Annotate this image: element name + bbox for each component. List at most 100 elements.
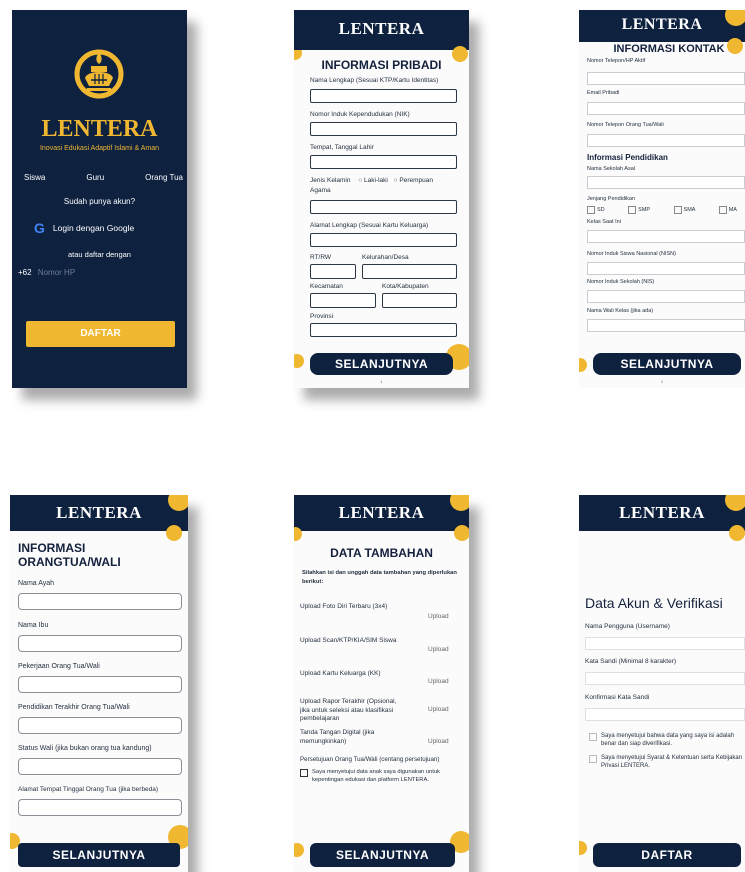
level-options: SD SMP SMA MA (587, 206, 737, 214)
input-mother[interactable] (18, 635, 182, 652)
input-kelurahan[interactable] (362, 264, 457, 279)
next-button[interactable]: SELANJUTNYA (310, 843, 455, 867)
phone-input[interactable]: +62 Nomor HP (18, 268, 181, 277)
have-account-text: Sudah punya akun? (63, 197, 136, 206)
deco-blob (729, 525, 745, 541)
label-guardian-status: Status Wali (jika bukan orang tua kandun… (18, 745, 152, 752)
input-parent-address[interactable] (18, 799, 182, 816)
input-guardian-status[interactable] (18, 758, 182, 775)
level-smp[interactable]: SMP (628, 206, 650, 214)
input-school[interactable] (587, 176, 745, 189)
input-father[interactable] (18, 593, 182, 610)
form-title: INFORMASI PRIBADI (321, 58, 442, 72)
additional-data-screen: LENTERA DATA TAMBAHAN Silahkan isi dan u… (294, 495, 469, 872)
label-phone: Nomor Telepon/HP Aktif (587, 58, 646, 64)
form-title: INFORMASI KONTAK (613, 43, 725, 55)
role-siswa[interactable]: Siswa (24, 173, 45, 182)
consent-text: Saya menyetujui data anak saya digunakan… (312, 769, 440, 783)
deco-blob (166, 525, 182, 541)
header-title: LENTERA (619, 503, 705, 522)
or-register-text: atau daftar dengan (68, 250, 131, 259)
header-title: LENTERA (621, 16, 703, 33)
input-provinsi[interactable] (310, 323, 457, 337)
header-bar: LENTERA (579, 495, 745, 531)
lamp-logo-icon (74, 49, 124, 99)
register-button[interactable]: DAFTAR (593, 843, 741, 867)
next-button[interactable]: SELANJUTNYA (310, 353, 453, 375)
header-title: LENTERA (56, 503, 142, 522)
form-title: Data Akun & Verifikasi (585, 595, 723, 611)
agree-terms-checkbox[interactable] (589, 755, 597, 763)
input-kota[interactable] (382, 293, 457, 308)
personal-info-screen: LENTERA INFORMASI PRIBADI Nama Lengkap (… (294, 10, 469, 388)
next-button[interactable]: SELANJUTNYA (18, 843, 180, 867)
upload-kk-button[interactable]: Upload (428, 678, 449, 685)
level-ma[interactable]: MA (718, 206, 737, 214)
header-title: LENTERA (338, 19, 425, 38)
label-homeroom: Nama Wali Kelas (jika ada) (587, 308, 654, 314)
agree-data-text: Saya menyetujui bahwa data yang saya isi… (601, 733, 735, 747)
role-tabs: Siswa Guru Orang Tua (24, 173, 183, 182)
register-button[interactable]: DAFTAR (26, 321, 175, 347)
input-parent-phone[interactable] (587, 134, 745, 147)
label-job: Pekerjaan Orang Tua/Wali (18, 663, 100, 670)
input-education[interactable] (18, 717, 182, 734)
input-confirm-password[interactable] (585, 708, 745, 721)
radio-female-label: Perempuan (399, 177, 434, 184)
consent-checkbox[interactable] (300, 769, 308, 777)
input-birth[interactable] (310, 155, 457, 169)
input-full-name[interactable] (310, 89, 457, 103)
header-bar: LENTERA (294, 495, 469, 531)
input-address[interactable] (310, 233, 457, 247)
agree-data-checkbox[interactable] (589, 733, 597, 741)
parent-info-screen: LENTERA INFORMASI ORANGTUA/WALI Nama Aya… (10, 495, 188, 872)
radio-female[interactable]: ○ Perempuan (394, 177, 433, 184)
deco-blob (294, 843, 304, 857)
level-sma-label: SMA (683, 207, 696, 214)
label-gender: Jenis Kelamin (310, 177, 351, 184)
welcome-screen: LENTERA Inovasi Edukasi Adaptif Islami &… (12, 10, 187, 388)
level-ma-label: MA (728, 207, 737, 214)
deco-blob (454, 525, 469, 541)
input-kecamatan[interactable] (310, 293, 376, 308)
upload-signature-button[interactable]: Upload (428, 738, 449, 745)
level-sd[interactable]: SD (587, 206, 605, 214)
next-button[interactable]: SELANJUTNYA (593, 353, 741, 375)
agree-terms-text: Saya menyetujui Syarat & Ketentuan serta… (601, 755, 743, 769)
upload-report-label: Upload Rapor Terakhir (Opsional, jika un… (300, 698, 397, 722)
input-class[interactable] (587, 230, 745, 243)
role-guru[interactable]: Guru (86, 173, 104, 182)
label-kelurahan: Kelurahan/Desa (362, 254, 409, 261)
level-sd-label: SD (597, 207, 605, 214)
input-email[interactable] (587, 102, 745, 115)
label-username: Nama Pengguna (Username) (585, 623, 670, 630)
upload-photo-button[interactable]: Upload (428, 613, 449, 620)
form-title: INFORMASI ORANGTUA/WALI (18, 541, 121, 569)
upload-id-button[interactable]: Upload (428, 646, 449, 653)
label-email: Email Pribadi (587, 90, 620, 96)
label-parent-address: Alamat Tempat Tinggal Orang Tua (jika be… (18, 786, 159, 793)
upload-kk-label: Upload Kartu Keluarga (KK) (300, 670, 381, 677)
label-rt-rw: RT/RW (310, 254, 332, 261)
input-nik[interactable] (310, 122, 457, 136)
level-sma[interactable]: SMA (673, 206, 696, 214)
input-password[interactable] (585, 672, 745, 685)
input-homeroom[interactable] (587, 319, 745, 332)
radio-male[interactable]: ○ Laki-laki (358, 177, 388, 184)
input-job[interactable] (18, 676, 182, 693)
contact-info-screen: LENTERA INFORMASI KONTAK Nomor Telepon/H… (579, 10, 745, 388)
upload-report-button[interactable]: Upload (428, 706, 449, 713)
role-orang-tua[interactable]: Orang Tua (145, 173, 183, 182)
label-nik: Nomor Induk Kependudukan (NIK) (310, 111, 410, 118)
gender-row: Jenis Kelamin ○ Laki-laki ○ Perempuan (310, 177, 433, 184)
input-rt-rw[interactable] (310, 264, 356, 279)
input-nisn[interactable] (587, 262, 745, 275)
checkbox-icon (673, 206, 682, 214)
google-login-button[interactable]: G Login dengan Google (34, 220, 134, 236)
header-bar: LENTERA (579, 10, 745, 42)
input-username[interactable] (585, 637, 745, 650)
input-phone[interactable] (587, 72, 745, 85)
label-password: Kata Sandi (Minimal 8 karakter) (585, 658, 677, 665)
input-religion[interactable] (310, 200, 457, 214)
input-nis[interactable] (587, 290, 745, 303)
